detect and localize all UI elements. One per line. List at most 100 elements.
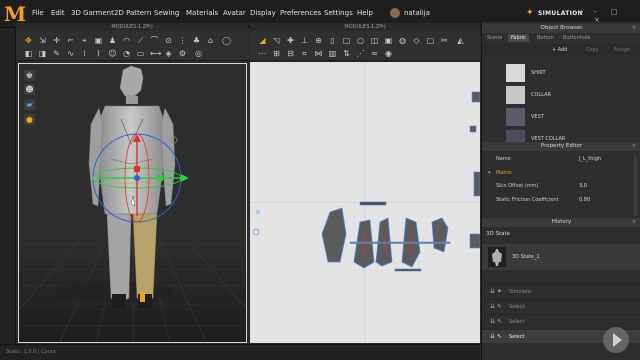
sew-icon[interactable]: ∿ <box>66 49 75 58</box>
simulation-icon[interactable]: ✦ <box>526 8 536 18</box>
pattern-canvas[interactable] <box>250 62 480 343</box>
rectangle-icon[interactable]: □ <box>342 36 351 45</box>
edit-pattern-icon[interactable]: ◹ <box>272 36 281 45</box>
dart-icon[interactable]: ◇ <box>412 36 421 45</box>
select-mesh-icon[interactable]: ⇲ <box>38 36 47 45</box>
edit-curvature-icon[interactable]: ⊥ <box>300 36 309 45</box>
close-icon[interactable]: × <box>632 219 636 225</box>
internal-polygon-icon[interactable]: ◫ <box>370 36 379 45</box>
shirt-icon[interactable]: ♣ <box>192 36 201 45</box>
property-scrollbar[interactable] <box>634 156 637 216</box>
puckering-icon[interactable]: ≈ <box>370 49 379 58</box>
history-row[interactable]: ⇊ ✦ Simulate <box>482 284 640 298</box>
pin-box-icon[interactable]: ▣ <box>94 36 103 45</box>
user-name[interactable]: natalija <box>404 9 430 17</box>
button-2d-icon[interactable]: ◉ <box>384 49 393 58</box>
close-icon[interactable]: × <box>632 25 636 31</box>
add-point-icon[interactable]: ⊕ <box>314 36 323 45</box>
property-value[interactable]: J_L_thigh <box>579 153 601 165</box>
menu-sewing[interactable]: Sewing <box>154 9 179 17</box>
circle-icon[interactable]: ○ <box>356 36 365 45</box>
edit-texture-icon[interactable]: ◨ <box>38 49 47 58</box>
free-sewing-icon[interactable]: ⊞ <box>272 49 281 58</box>
graphic-icon[interactable]: ✎ <box>52 49 61 58</box>
close-icon[interactable]: × <box>632 143 636 149</box>
user-avatar[interactable] <box>390 8 400 18</box>
menu-2d-pattern[interactable]: 2D Pattern <box>114 9 151 17</box>
check-sewing-icon[interactable]: ⊟ <box>286 49 295 58</box>
avatar-skin-icon[interactable]: ● <box>24 114 35 125</box>
grain-icon[interactable]: ⇅ <box>342 49 351 58</box>
garment-icon[interactable]: ♟ <box>108 36 117 45</box>
cut-icon[interactable]: ✂ <box>440 36 449 45</box>
edit-sewing-icon[interactable]: ⋈ <box>314 49 323 58</box>
segment-sew-icon[interactable]: ⁞ <box>80 49 89 58</box>
tack-icon[interactable]: ⌗ <box>300 49 309 58</box>
polygon-icon[interactable]: ▯ <box>328 36 337 45</box>
button-icon[interactable]: ⊙ <box>164 36 173 45</box>
avatar-measure-icon[interactable]: ⌒ <box>150 36 159 45</box>
fitting-icon[interactable]: ⚙ <box>178 49 187 58</box>
property-value[interactable]: 3.0 <box>579 180 587 192</box>
menu-settings[interactable]: Settings <box>324 9 353 17</box>
viewport-3d-render[interactable] <box>19 64 247 343</box>
stretch-icon[interactable]: ⟷ <box>150 49 161 58</box>
tab-scene[interactable]: Scene <box>484 34 505 42</box>
edit-point-icon[interactable]: ✚ <box>286 36 295 45</box>
hide-icon[interactable]: ◔ <box>122 49 131 58</box>
copy-button[interactable]: Copy <box>586 47 599 53</box>
trace-icon[interactable]: ▢ <box>426 36 435 45</box>
free-sew-icon[interactable]: ⌇ <box>94 49 103 58</box>
internal-circle-icon[interactable]: ◍ <box>398 36 407 45</box>
ellipse-icon[interactable]: ◯ <box>222 36 231 45</box>
property-section-matrix[interactable]: ▾ Matrix <box>488 167 636 179</box>
pin-icon[interactable]: ⌖ <box>80 36 89 45</box>
menu-3d-garment[interactable]: 3D Garment <box>71 9 114 17</box>
texture-icon[interactable]: ◧ <box>24 49 33 58</box>
history-row[interactable]: ⇊ ↖ Select <box>482 314 640 328</box>
menu-file[interactable]: File <box>32 9 44 17</box>
fabric-item[interactable]: SHIRT <box>484 62 636 84</box>
assign-button[interactable]: Assign <box>614 47 630 53</box>
tab-fabric[interactable]: Fabric <box>508 34 529 42</box>
history-state-item[interactable]: 3D State_1 <box>482 244 640 270</box>
pattern-outline-icon[interactable]: ▭ <box>136 49 145 58</box>
avatar-display-icon[interactable]: ♚ <box>24 70 35 81</box>
texture-2d-icon[interactable]: ▥ <box>328 49 337 58</box>
simulation-mode-label[interactable]: SIMULATION <box>538 10 583 17</box>
fabric-view-icon[interactable]: ▰ <box>24 99 35 110</box>
section-expand-icon[interactable]: ▾ <box>488 167 491 179</box>
select-move-icon[interactable]: ✥ <box>24 36 33 45</box>
camera-icon[interactable]: ◎ <box>194 49 203 58</box>
menu-help[interactable]: Help <box>357 9 373 17</box>
transform-pattern-icon[interactable]: ◢ <box>258 36 267 45</box>
fabric-item[interactable]: VEST <box>484 106 636 128</box>
fold-icon[interactable]: ⌐ <box>66 36 75 45</box>
internal-rect-icon[interactable]: ▣ <box>384 36 393 45</box>
zipper-icon[interactable]: ⋮ <box>178 36 187 45</box>
hanger-icon[interactable]: ⌂ <box>206 36 215 45</box>
avatar-toggle-icon[interactable]: ☻ <box>24 84 35 95</box>
tape-icon[interactable]: ◠ <box>122 36 131 45</box>
property-value[interactable]: 0.80 <box>579 194 590 206</box>
viewport-3d[interactable]: ♚ ☻ ▰ ● <box>18 63 247 343</box>
fold-pattern-icon[interactable]: ◭ <box>456 36 465 45</box>
tab-button[interactable]: Button <box>534 34 557 42</box>
transform-icon[interactable]: ✛ <box>52 36 61 45</box>
menu-preferences[interactable]: Preferences <box>280 9 321 17</box>
avatar-icon[interactable]: ☺ <box>108 49 117 58</box>
chevron-down-icon[interactable]: ▾ <box>580 9 583 16</box>
menu-edit[interactable]: Edit <box>51 9 65 17</box>
menu-materials[interactable]: Materials <box>186 9 218 17</box>
fabric-item[interactable]: COLLAR <box>484 84 636 106</box>
viewport-2d[interactable] <box>250 62 480 343</box>
play-icon[interactable] <box>613 333 622 347</box>
stress-icon[interactable]: ◈ <box>164 49 173 58</box>
history-row[interactable]: ⇊ ↖ Select <box>482 299 640 313</box>
menu-display[interactable]: Display <box>250 9 276 17</box>
menu-avatar[interactable]: Avatar <box>223 9 246 17</box>
add-button[interactable]: + Add <box>552 47 567 53</box>
measure-icon[interactable]: ⟋ <box>136 36 145 45</box>
topstitch-icon[interactable]: ⋰ <box>356 49 365 58</box>
segment-sewing-icon[interactable]: ⋯ <box>258 49 267 58</box>
